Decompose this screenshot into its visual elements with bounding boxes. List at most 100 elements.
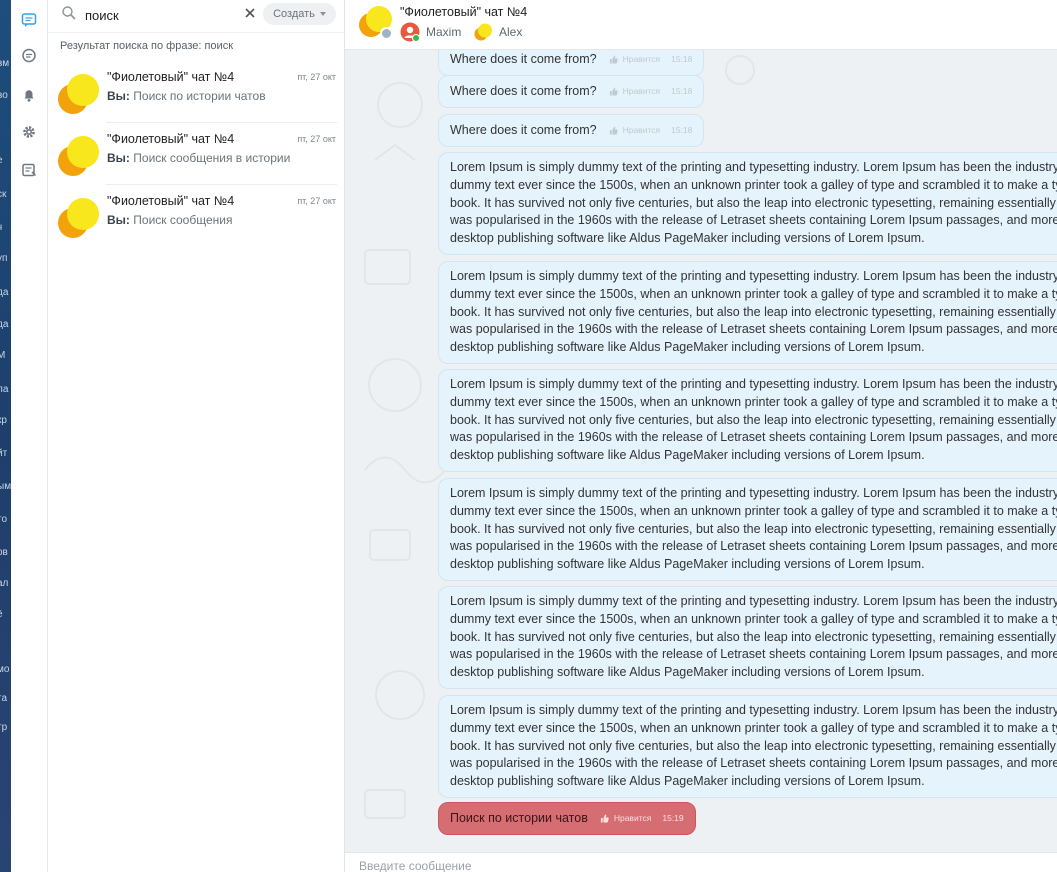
message-bubble[interactable]: Lorem Ipsum is simply dummy text of the …: [438, 261, 1057, 364]
bell-icon[interactable]: [19, 85, 39, 105]
result-date: пт, 27 окт: [297, 72, 336, 82]
search-result-item[interactable]: "Фиолетовый" чат №4 пт, 27 окт Вы: Поиск п…: [48, 61, 345, 123]
message-meta: Нравится 15:19: [600, 810, 684, 828]
message-bubble[interactable]: Lorem Ipsum is simply dummy text of the …: [438, 586, 1057, 689]
message-time: 15:18: [671, 85, 693, 96]
message-text: Where does it come from?: [450, 122, 597, 137]
message-bubble[interactable]: Lorem Ipsum is simply dummy text of the …: [438, 152, 1057, 255]
search-icon: [62, 6, 76, 20]
message-text-line: book. It has survived not only five cent…: [450, 304, 1057, 319]
chat-avatar: [58, 136, 99, 176]
result-author: Вы:: [107, 89, 130, 103]
message-text-line: book. It has survived not only five cent…: [450, 195, 1057, 210]
search-result-label: Результат поиска по фразе: поиск: [60, 40, 234, 52]
message-list[interactable]: Where does it come from? Нравится 15:18 Whe…: [345, 50, 1057, 852]
message-text-line: book. It has survived not only five cent…: [450, 629, 1057, 644]
message-text-line: was popularised in the 1960s with the re…: [450, 539, 1057, 554]
message-text-line: Lorem Ipsum is simply dummy text of the …: [450, 377, 1057, 391]
background-text-fragment: то: [0, 514, 8, 525]
result-author: Вы:: [107, 151, 130, 165]
message-bubble[interactable]: Where does it come from? Нравится 15:18: [438, 50, 705, 76]
message-text-line: desktop publishing software like Aldus P…: [450, 231, 925, 246]
message-text-line: desktop publishing software like Aldus P…: [450, 665, 925, 680]
message-text-line: book. It has survived not only five cent…: [450, 412, 1057, 427]
message-text-line: Lorem Ipsum is simply dummy text of the …: [450, 486, 1057, 500]
message-text: Where does it come from?: [450, 51, 597, 66]
message-text-line: desktop publishing software like Aldus P…: [450, 557, 925, 572]
message-text: Where does it come from?: [450, 83, 597, 98]
close-icon[interactable]: [243, 6, 257, 20]
message-bubble[interactable]: Lorem Ipsum is simply dummy text of the …: [438, 478, 1057, 581]
background-window-strip: вм во е ск ч уп да да Мла кр йт ым то ов ал ё мо та тр: [0, 0, 11, 872]
message-text-line: desktop publishing software like Aldus P…: [450, 774, 925, 789]
like-icon: [609, 126, 618, 135]
lock-icon: [380, 27, 393, 40]
chat-header: "Фиолетовый" чат №4 Maxim Alex: [345, 0, 1057, 50]
result-text: Поиск по истории чатов: [133, 89, 266, 103]
comment-icon[interactable]: [19, 46, 39, 66]
member-name: Alex: [499, 25, 523, 39]
message-text-line: was popularised in the 1960s with the re…: [450, 430, 1057, 445]
message-text-line: dummy text ever since the 1500s, when an…: [450, 720, 1057, 735]
like-icon: [609, 55, 618, 64]
search-result-item[interactable]: "Фиолетовый" чат №4 пт, 27 окт Вы: Поиск с…: [48, 185, 345, 247]
message-bubble[interactable]: Lorem Ipsum is simply dummy text of the …: [438, 369, 1057, 472]
chat-icon[interactable]: [19, 10, 39, 30]
result-preview: Вы: Поиск по истории чатов: [107, 89, 266, 103]
message-bubble[interactable]: Where does it come from? Нравится 15:18: [438, 114, 705, 147]
message-text-line: desktop publishing software like Aldus P…: [450, 448, 925, 463]
background-text-fragment: ым: [0, 481, 11, 492]
user-avatar-icon: [400, 22, 420, 42]
background-text-fragment: тр: [0, 722, 8, 733]
search-result-item[interactable]: "Фиолетовый" чат №4 пт, 27 окт Вы: Поиск с…: [48, 123, 345, 185]
message-text-line: Lorem Ipsum is simply dummy text of the …: [450, 594, 1057, 608]
result-title: "Фиолетовый" чат №4: [107, 70, 235, 84]
message-text: Поиск по истории чатов: [450, 810, 588, 825]
background-text-fragment: йт: [0, 448, 8, 459]
chevron-down-icon: [319, 12, 326, 16]
message-text-line: desktop publishing software like Aldus P…: [450, 340, 925, 355]
background-text-fragment: ск: [0, 189, 7, 200]
like-button[interactable]: Нравится: [623, 83, 661, 101]
create-button-label: Создать: [273, 8, 315, 20]
result-preview: Вы: Поиск сообщения: [107, 213, 232, 227]
background-text-fragment: ла: [0, 384, 9, 395]
chat-title[interactable]: "Фиолетовый" чат №4: [400, 5, 527, 19]
background-text-fragment: мо: [0, 664, 10, 675]
background-text-fragment: е: [0, 155, 3, 166]
notes-icon[interactable]: [19, 160, 39, 180]
message-meta: Нравится 15:18: [609, 83, 693, 101]
highlighted-message-bubble[interactable]: Поиск по истории чатов Нравится 15:19: [438, 802, 696, 835]
member-maxim[interactable]: Maxim: [400, 21, 461, 43]
search-input[interactable]: [85, 6, 265, 24]
result-date: пт, 27 окт: [297, 196, 336, 206]
like-icon: [609, 87, 618, 96]
background-text-fragment: вм: [0, 58, 10, 69]
result-title: "Фиолетовый" чат №4: [107, 132, 235, 146]
like-button[interactable]: Нравится: [623, 51, 661, 69]
like-button[interactable]: Нравится: [614, 810, 652, 828]
message-composer: [345, 852, 1057, 872]
background-text-fragment: ал: [0, 578, 9, 589]
message-time: 15:18: [671, 124, 693, 135]
message-input[interactable]: [359, 859, 959, 872]
like-icon: [600, 814, 609, 823]
background-text-fragment: во: [0, 90, 8, 101]
gear-icon[interactable]: [19, 122, 39, 142]
message-bubble[interactable]: Where does it come from? Нравится 15:18: [438, 75, 705, 108]
background-text-fragment: уп: [0, 253, 8, 264]
background-text-fragment: ов: [0, 547, 8, 558]
message-text-line: dummy text ever since the 1500s, when an…: [450, 503, 1057, 518]
message-bubble[interactable]: Lorem Ipsum is simply dummy text of the …: [438, 695, 1057, 798]
message-text-line: Lorem Ipsum is simply dummy text of the …: [450, 703, 1057, 717]
like-button[interactable]: Нравится: [623, 122, 661, 140]
background-text-fragment: М: [0, 350, 6, 361]
background-text-fragment: ч: [0, 222, 2, 233]
background-text-fragment: та: [0, 693, 8, 704]
member-name: Maxim: [426, 25, 462, 39]
create-button[interactable]: Создать: [263, 3, 336, 25]
member-alex[interactable]: Alex: [473, 21, 522, 43]
chat-avatar: [58, 74, 99, 114]
result-text: Поиск сообщения: [133, 213, 233, 227]
message-text-line: dummy text ever since the 1500s, when an…: [450, 394, 1057, 409]
